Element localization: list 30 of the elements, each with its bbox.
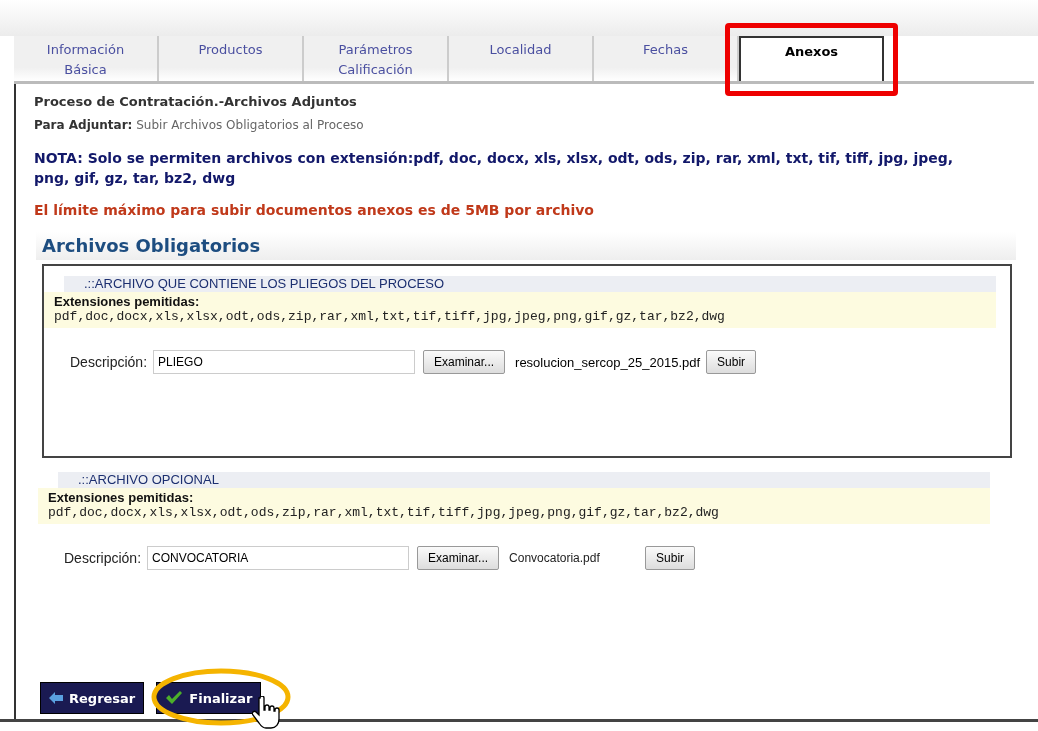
- description-label: Descripción:: [64, 550, 142, 566]
- upload-button[interactable]: Subir: [645, 546, 696, 570]
- description-field[interactable]: PLIEGO: [153, 350, 416, 374]
- checkmark-icon: [165, 690, 184, 706]
- file-name: Convocatoria.pdf: [509, 551, 601, 565]
- description-field[interactable]: CONVOCATORIA: [147, 546, 410, 570]
- tab[interactable]: Localidad: [449, 36, 594, 81]
- upload-title: .::ARCHIVO QUE CONTIENE LOS PLIEGOS DEL PROCESO: [64, 276, 996, 292]
- description-label: Descripción:: [70, 354, 148, 370]
- tab[interactable]: Productos: [159, 36, 304, 81]
- limit-warning: El límite máximo para subir documentos anexos es de 5MB por archivo: [34, 201, 595, 220]
- browse-button[interactable]: Examinar...: [423, 350, 506, 374]
- upload-title: .::ARCHIVO OPCIONAL: [58, 472, 990, 488]
- back-button[interactable]: Regresar: [40, 682, 145, 714]
- extensions-label: Extensiones pemitidas:: [54, 294, 201, 309]
- finish-button[interactable]: Finalizar: [156, 682, 262, 714]
- browse-button[interactable]: Examinar...: [417, 546, 500, 570]
- file-name: resolucion_sercop_25_2015.pdf: [515, 354, 701, 370]
- tab[interactable]: Anexos: [739, 36, 884, 81]
- tab[interactable]: Información Básica: [14, 36, 159, 81]
- extensions-list: pdf,doc,docx,xls,xlsx,odt,ods,zip,rar,xml,txt,tif,tiff,jpg,jpeg,png,gif,gz,tar,bz2,dwg: [48, 505, 990, 520]
- upload-button[interactable]: Subir: [706, 350, 757, 374]
- tab[interactable]: Fechas: [594, 36, 739, 81]
- extensions-label: Extensiones pemitidas:: [48, 490, 195, 505]
- note-text: NOTA: Solo se permiten archivos con extensión:pdf, doc, docx, xls, xlsx, odt, ods, zip, rar, xml, txt, tif, tiff, jpg, jpeg, png, gif, gz, tar, bz2, dwg: [34, 149, 955, 188]
- page-heading: Proceso de Contratación.-Archivos Adjuntos: [34, 93, 358, 111]
- tab[interactable]: Parámetros Calificación: [304, 36, 449, 81]
- subheading: Para Adjuntar: Subir Archivos Obligatorios al Proceso: [34, 117, 365, 134]
- left-arrow-icon: [49, 692, 63, 704]
- extensions-list: pdf,doc,docx,xls,xlsx,odt,ods,zip,rar,xml,txt,tif,tiff,jpg,jpeg,png,gif,gz,tar,bz2,dwg: [54, 309, 996, 324]
